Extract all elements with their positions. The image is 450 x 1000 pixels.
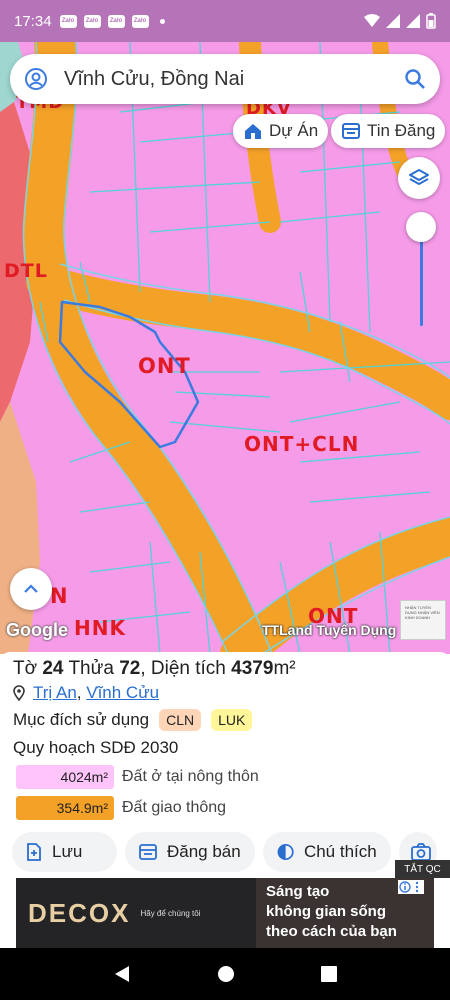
search-input[interactable]: Vĩnh Cửu, Đồng Nai <box>48 68 404 91</box>
ad-banner[interactable]: DECOX Hãy để chúng tôi Sáng tạo không gi… <box>16 878 434 948</box>
parcel-title: Tờ 24 Thửa 72, Diện tích 4379m² <box>13 658 437 680</box>
ad-brand: DECOX <box>28 897 131 928</box>
sheet-label: Tờ <box>13 658 38 679</box>
user-profile-icon[interactable] <box>24 67 48 91</box>
plan-title: Quy hoạch SDĐ 2030 <box>13 738 179 757</box>
back-icon[interactable] <box>113 965 131 983</box>
google-logo: Google <box>6 620 68 640</box>
land-purpose-row: Mục đích sử dụng CLN LUK <box>13 709 437 731</box>
ttland-recruit-link[interactable]: TTLand Tuyển Dụng <box>262 622 396 638</box>
purpose-tag-luk: LUK <box>211 709 253 731</box>
recents-icon[interactable] <box>321 966 337 982</box>
projects-chip-label: Dự Án <box>269 121 319 140</box>
legend-label: Đất giao thông <box>122 799 227 816</box>
battery-icon <box>426 13 436 29</box>
zalo-notification-icon: Zalo <box>59 14 77 28</box>
save-doc-icon <box>27 843 41 861</box>
ad-left: DECOX Hãy để chúng tôi <box>16 878 256 948</box>
opacity-slider-thumb[interactable] <box>406 212 436 242</box>
listing-icon <box>139 844 157 860</box>
status-time: 17:34 <box>14 12 52 30</box>
location-pin-icon <box>13 685 25 701</box>
plot-number: 72 <box>119 658 141 679</box>
ad-info-icon[interactable] <box>398 880 424 894</box>
listings-chip-label: Tin Đăng <box>367 121 436 140</box>
ad-tagline-small: Hãy để chúng tôi <box>140 908 201 918</box>
status-bar: 17:34 Zalo Zalo Zalo Zalo <box>0 0 450 42</box>
zone-label-left-partial: N <box>50 584 69 608</box>
search-bar[interactable]: Vĩnh Cửu, Đồng Nai <box>10 54 440 104</box>
area-label: , Diện tích <box>140 658 226 679</box>
zalo-notification-icon: Zalo <box>83 14 101 28</box>
legend-button[interactable]: Chú thích <box>262 832 391 872</box>
legend-area-value: 4024m² <box>16 765 114 789</box>
area-value: 4379 <box>231 658 274 679</box>
close-ad-button[interactable]: TẮT QC <box>395 860 450 878</box>
purpose-tag-cln: CLN <box>159 709 202 731</box>
projects-chip[interactable]: Dự Án <box>233 114 329 148</box>
area-unit: m² <box>273 658 296 679</box>
purpose-label: Mục đích sử dụng <box>13 710 150 729</box>
recruit-thumbnail[interactable]: NHẬN TUYỂN DỤNG NHÂN VIÊN KINH DOANH <box>400 600 446 640</box>
legend-label: Đất ở tại nông thôn <box>122 768 259 785</box>
zone-label-ont-cln: ONT+CLN <box>244 432 360 456</box>
parcel-location: Trị An, Vĩnh Cửu <box>13 683 437 703</box>
zalo-notification-icon: Zalo <box>107 14 125 28</box>
contrast-icon <box>277 843 294 861</box>
zone-label-ont-main: ONT <box>138 354 191 378</box>
legend-area-value: 354.9m² <box>16 796 114 820</box>
chevron-up-icon <box>24 584 38 593</box>
layers-icon <box>409 169 429 185</box>
camera-icon <box>410 843 431 861</box>
post-for-sale-label: Đăng bán <box>166 842 241 861</box>
ad-line: theo cách của bạn <box>266 923 397 940</box>
plot-label: Thửa <box>68 658 114 679</box>
zone-label-dtl: DTL <box>4 260 48 282</box>
zone-label-hnk: HNK <box>74 616 126 640</box>
legend-button-label: Chú thích <box>303 842 377 861</box>
house-icon <box>245 124 261 139</box>
zalo-notification-icon: Zalo <box>131 14 149 28</box>
legend-row: 4024m² Đất ở tại nông thôn <box>13 765 437 789</box>
save-button-label: Lưu <box>52 842 83 861</box>
parcel-info-panel: Tờ 24 Thửa 72, Diện tích 4379m² Trị An, … <box>0 652 450 878</box>
home-icon[interactable] <box>217 965 235 983</box>
legend-row: 354.9m² Đất giao thông <box>13 796 437 820</box>
sheet-number: 24 <box>42 658 64 679</box>
signal-icon <box>386 14 400 28</box>
layers-button[interactable] <box>398 157 440 199</box>
expand-panel-button[interactable] <box>10 568 52 610</box>
action-buttons: Lưu Đăng bán Chú thích <box>12 832 437 872</box>
post-for-sale-button[interactable]: Đăng bán <box>124 832 255 872</box>
wifi-icon <box>364 14 380 27</box>
opacity-slider-track[interactable] <box>420 228 423 326</box>
listings-chip[interactable]: Tin Đăng <box>331 114 446 148</box>
system-nav-bar <box>0 948 450 1000</box>
more-notifications-icon <box>159 18 165 24</box>
listing-icon <box>342 123 360 139</box>
search-icon[interactable] <box>404 68 426 90</box>
ward-link[interactable]: Trị An <box>33 683 77 702</box>
district-link[interactable]: Vĩnh Cửu <box>86 683 159 702</box>
save-button[interactable]: Lưu <box>12 832 117 872</box>
ad-line: không gian sống <box>266 903 386 920</box>
signal-icon <box>406 14 420 28</box>
